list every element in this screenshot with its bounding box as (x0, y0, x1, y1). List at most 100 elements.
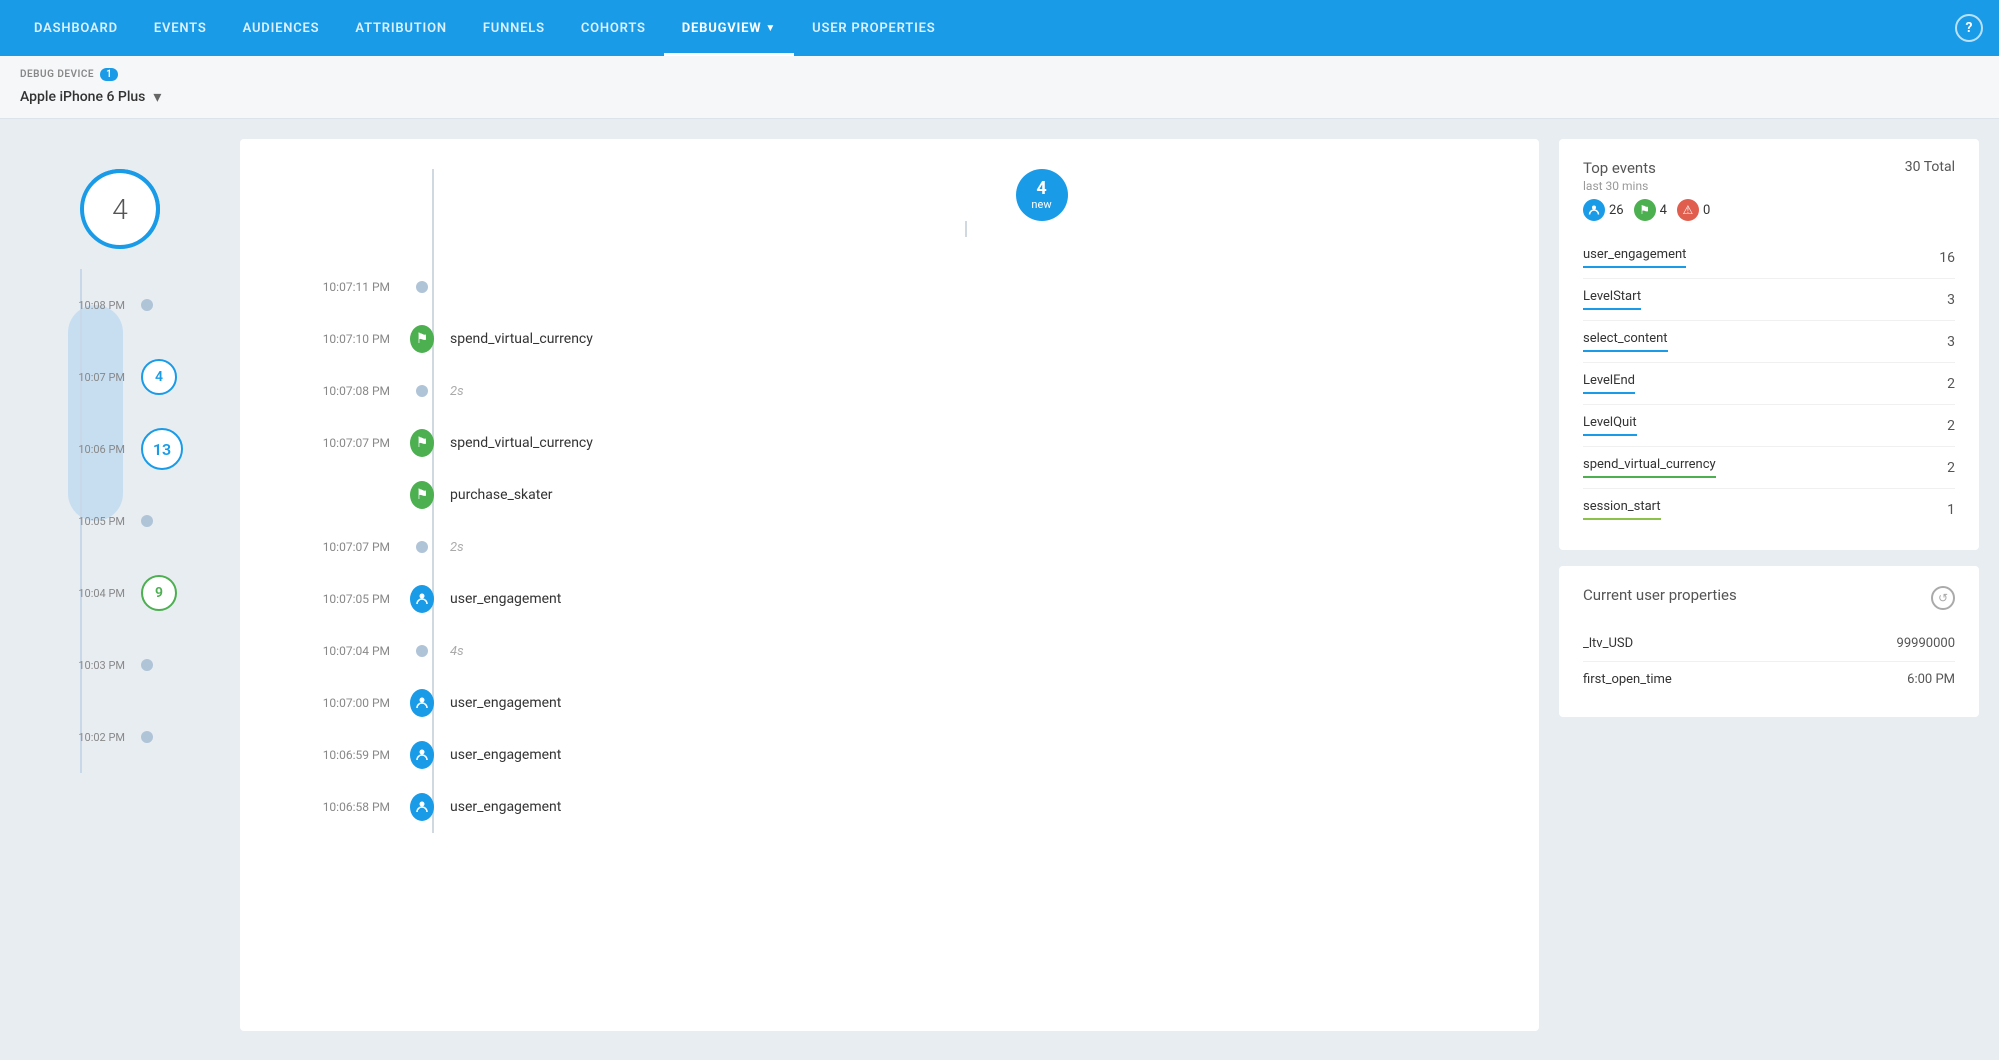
event-icon-green: ⚑ (410, 481, 434, 509)
timeline-row: 10:02 PM (60, 701, 220, 773)
timeline-dot (141, 731, 153, 743)
event-list-name: select_content (1583, 331, 1668, 352)
event-list-count: 2 (1947, 460, 1955, 476)
event-list-item[interactable]: LevelStart 3 (1583, 279, 1955, 321)
event-row[interactable]: 10:07:10 PM ⚑ spend_virtual_currency (280, 313, 1499, 365)
green-stat-icon: ⚑ (1634, 199, 1656, 221)
nav-events[interactable]: EVENTS (136, 0, 225, 56)
event-icon-green: ⚑ (410, 325, 434, 353)
timeline-node-green[interactable]: 9 (141, 575, 177, 611)
nav-dashboard[interactable]: DASHBOARD (16, 0, 136, 56)
top-events-card-header: Top events last 30 mins 26 ⚑ 4 (1583, 159, 1955, 221)
prop-list-item: first_open_time 6:00 PM (1583, 662, 1955, 697)
nav-attribution[interactable]: ATTRIBUTION (337, 0, 464, 56)
event-dot (416, 645, 428, 657)
chevron-down-icon: ▼ (765, 23, 776, 34)
red-stat-icon: ⚠ (1677, 199, 1699, 221)
event-time: 10:06:59 PM (280, 748, 410, 762)
icon-stats: 26 ⚑ 4 ⚠ 0 (1583, 199, 1710, 221)
event-name: user_engagement (434, 747, 561, 763)
event-timeline: 4 new 10:07:11 PM 10:07:10 PM ⚑ (280, 169, 1499, 833)
top-events-total: 30 Total (1905, 159, 1955, 175)
timeline-row[interactable]: 10:04 PM 9 (60, 557, 220, 629)
prop-value: 6:00 PM (1907, 672, 1955, 687)
event-list-item[interactable]: LevelEnd 2 (1583, 363, 1955, 405)
debug-device-label: DEBUG DEVICE 1 (20, 68, 1979, 81)
event-icon-green: ⚑ (410, 429, 434, 457)
event-row-gap: 10:07:04 PM 4s (280, 625, 1499, 677)
event-gap: 2s (434, 384, 464, 399)
center-events-panel: 4 new 10:07:11 PM 10:07:10 PM ⚑ (240, 139, 1539, 1031)
event-list-name: LevelQuit (1583, 415, 1637, 436)
timeline-row[interactable]: 10:07 PM 4 (60, 341, 220, 413)
event-row[interactable]: ⚑ purchase_skater (280, 469, 1499, 521)
timeline-dot (141, 515, 153, 527)
event-time: 10:07:04 PM (280, 644, 410, 658)
top-events-list: user_engagement 16 LevelStart 3 select_c… (1583, 237, 1955, 530)
timeline-dot (141, 299, 153, 311)
prop-name: _ltv_USD (1583, 636, 1633, 651)
left-timeline-panel: 4 10:08 PM 10:07 PM 4 10:06 PM (20, 139, 220, 1031)
nav-audiences[interactable]: AUDIENCES (225, 0, 338, 56)
timeline-row: 10:05 PM (60, 485, 220, 557)
event-list-name: spend_virtual_currency (1583, 457, 1716, 478)
timeline-node-active[interactable]: 4 (141, 359, 177, 395)
prop-value: 99990000 (1897, 636, 1955, 651)
event-list-item[interactable]: LevelQuit 2 (1583, 405, 1955, 447)
timeline-dot (141, 659, 153, 671)
help-button[interactable]: ? (1955, 14, 1983, 42)
nav-user-properties[interactable]: USER PROPERTIES (794, 0, 953, 56)
device-name: Apple iPhone 6 Plus (20, 89, 145, 105)
device-selector[interactable]: Apple iPhone 6 Plus ▾ (20, 87, 1979, 106)
event-time: 10:07:00 PM (280, 696, 410, 710)
center-circle: 4 (80, 169, 160, 249)
event-row[interactable]: 10:06:58 PM user_engagement (280, 781, 1499, 833)
event-name: user_engagement (434, 695, 561, 711)
event-row[interactable]: 10:06:59 PM user_engagement (280, 729, 1499, 781)
top-events-title: Top events (1583, 159, 1710, 177)
event-name: purchase_skater (434, 487, 553, 503)
nav-debugview[interactable]: DEBUGVIEW ▼ (664, 0, 794, 56)
top-events-subtitle: last 30 mins (1583, 179, 1710, 193)
event-list-item[interactable]: session_start 1 (1583, 489, 1955, 530)
user-properties-card: Current user properties ↺ _ltv_USD 99990… (1559, 566, 1979, 717)
event-list-item[interactable]: spend_virtual_currency 2 (1583, 447, 1955, 489)
event-list-name: LevelEnd (1583, 373, 1635, 394)
user-properties-list: _ltv_USD 99990000 first_open_time 6:00 P… (1583, 626, 1955, 697)
event-name: spend_virtual_currency (434, 435, 593, 451)
event-time: 10:07:11 PM (280, 280, 410, 294)
event-dot (416, 385, 428, 397)
blue-stat: 26 (1583, 199, 1624, 221)
green-stat: ⚑ 4 (1634, 199, 1667, 221)
user-properties-header: Current user properties ↺ (1583, 586, 1955, 610)
event-name: user_engagement (434, 799, 561, 815)
event-time: 10:07:05 PM (280, 592, 410, 606)
timeline-row: 10:03 PM (60, 629, 220, 701)
event-name: spend_virtual_currency (434, 331, 593, 347)
toolbar: DEBUG DEVICE 1 Apple iPhone 6 Plus ▾ (0, 56, 1999, 119)
event-row: 10:07:11 PM (280, 261, 1499, 313)
event-row[interactable]: 10:07:07 PM ⚑ spend_virtual_currency (280, 417, 1499, 469)
nav-cohorts[interactable]: COHORTS (563, 0, 664, 56)
event-list-name: session_start (1583, 499, 1661, 520)
timeline-time: 10:06 PM (60, 443, 125, 456)
event-list-item[interactable]: select_content 3 (1583, 321, 1955, 363)
event-list-item[interactable]: user_engagement 16 (1583, 237, 1955, 279)
timeline-row[interactable]: 10:06 PM 13 (60, 413, 220, 485)
event-row[interactable]: 10:07:00 PM user_engagement (280, 677, 1499, 729)
new-badge-line (965, 221, 967, 237)
event-icon-blue (410, 689, 434, 717)
top-navigation: DASHBOARD EVENTS AUDIENCES ATTRIBUTION F… (0, 0, 1999, 56)
right-panel: Top events last 30 mins 26 ⚑ 4 (1559, 139, 1979, 1031)
event-row[interactable]: 10:07:05 PM user_engagement (280, 573, 1499, 625)
event-gap: 4s (434, 644, 464, 659)
event-gap: 2s (434, 540, 464, 555)
timeline-node-active-large[interactable]: 13 (141, 428, 183, 470)
history-icon[interactable]: ↺ (1931, 586, 1955, 610)
nav-funnels[interactable]: FUNNELS (465, 0, 563, 56)
event-list-count: 2 (1947, 376, 1955, 392)
prop-list-item: _ltv_USD 99990000 (1583, 626, 1955, 662)
timeline-time: 10:04 PM (60, 587, 125, 600)
event-list-count: 3 (1947, 334, 1955, 350)
main-layout: 4 10:08 PM 10:07 PM 4 10:06 PM (0, 119, 1999, 1051)
